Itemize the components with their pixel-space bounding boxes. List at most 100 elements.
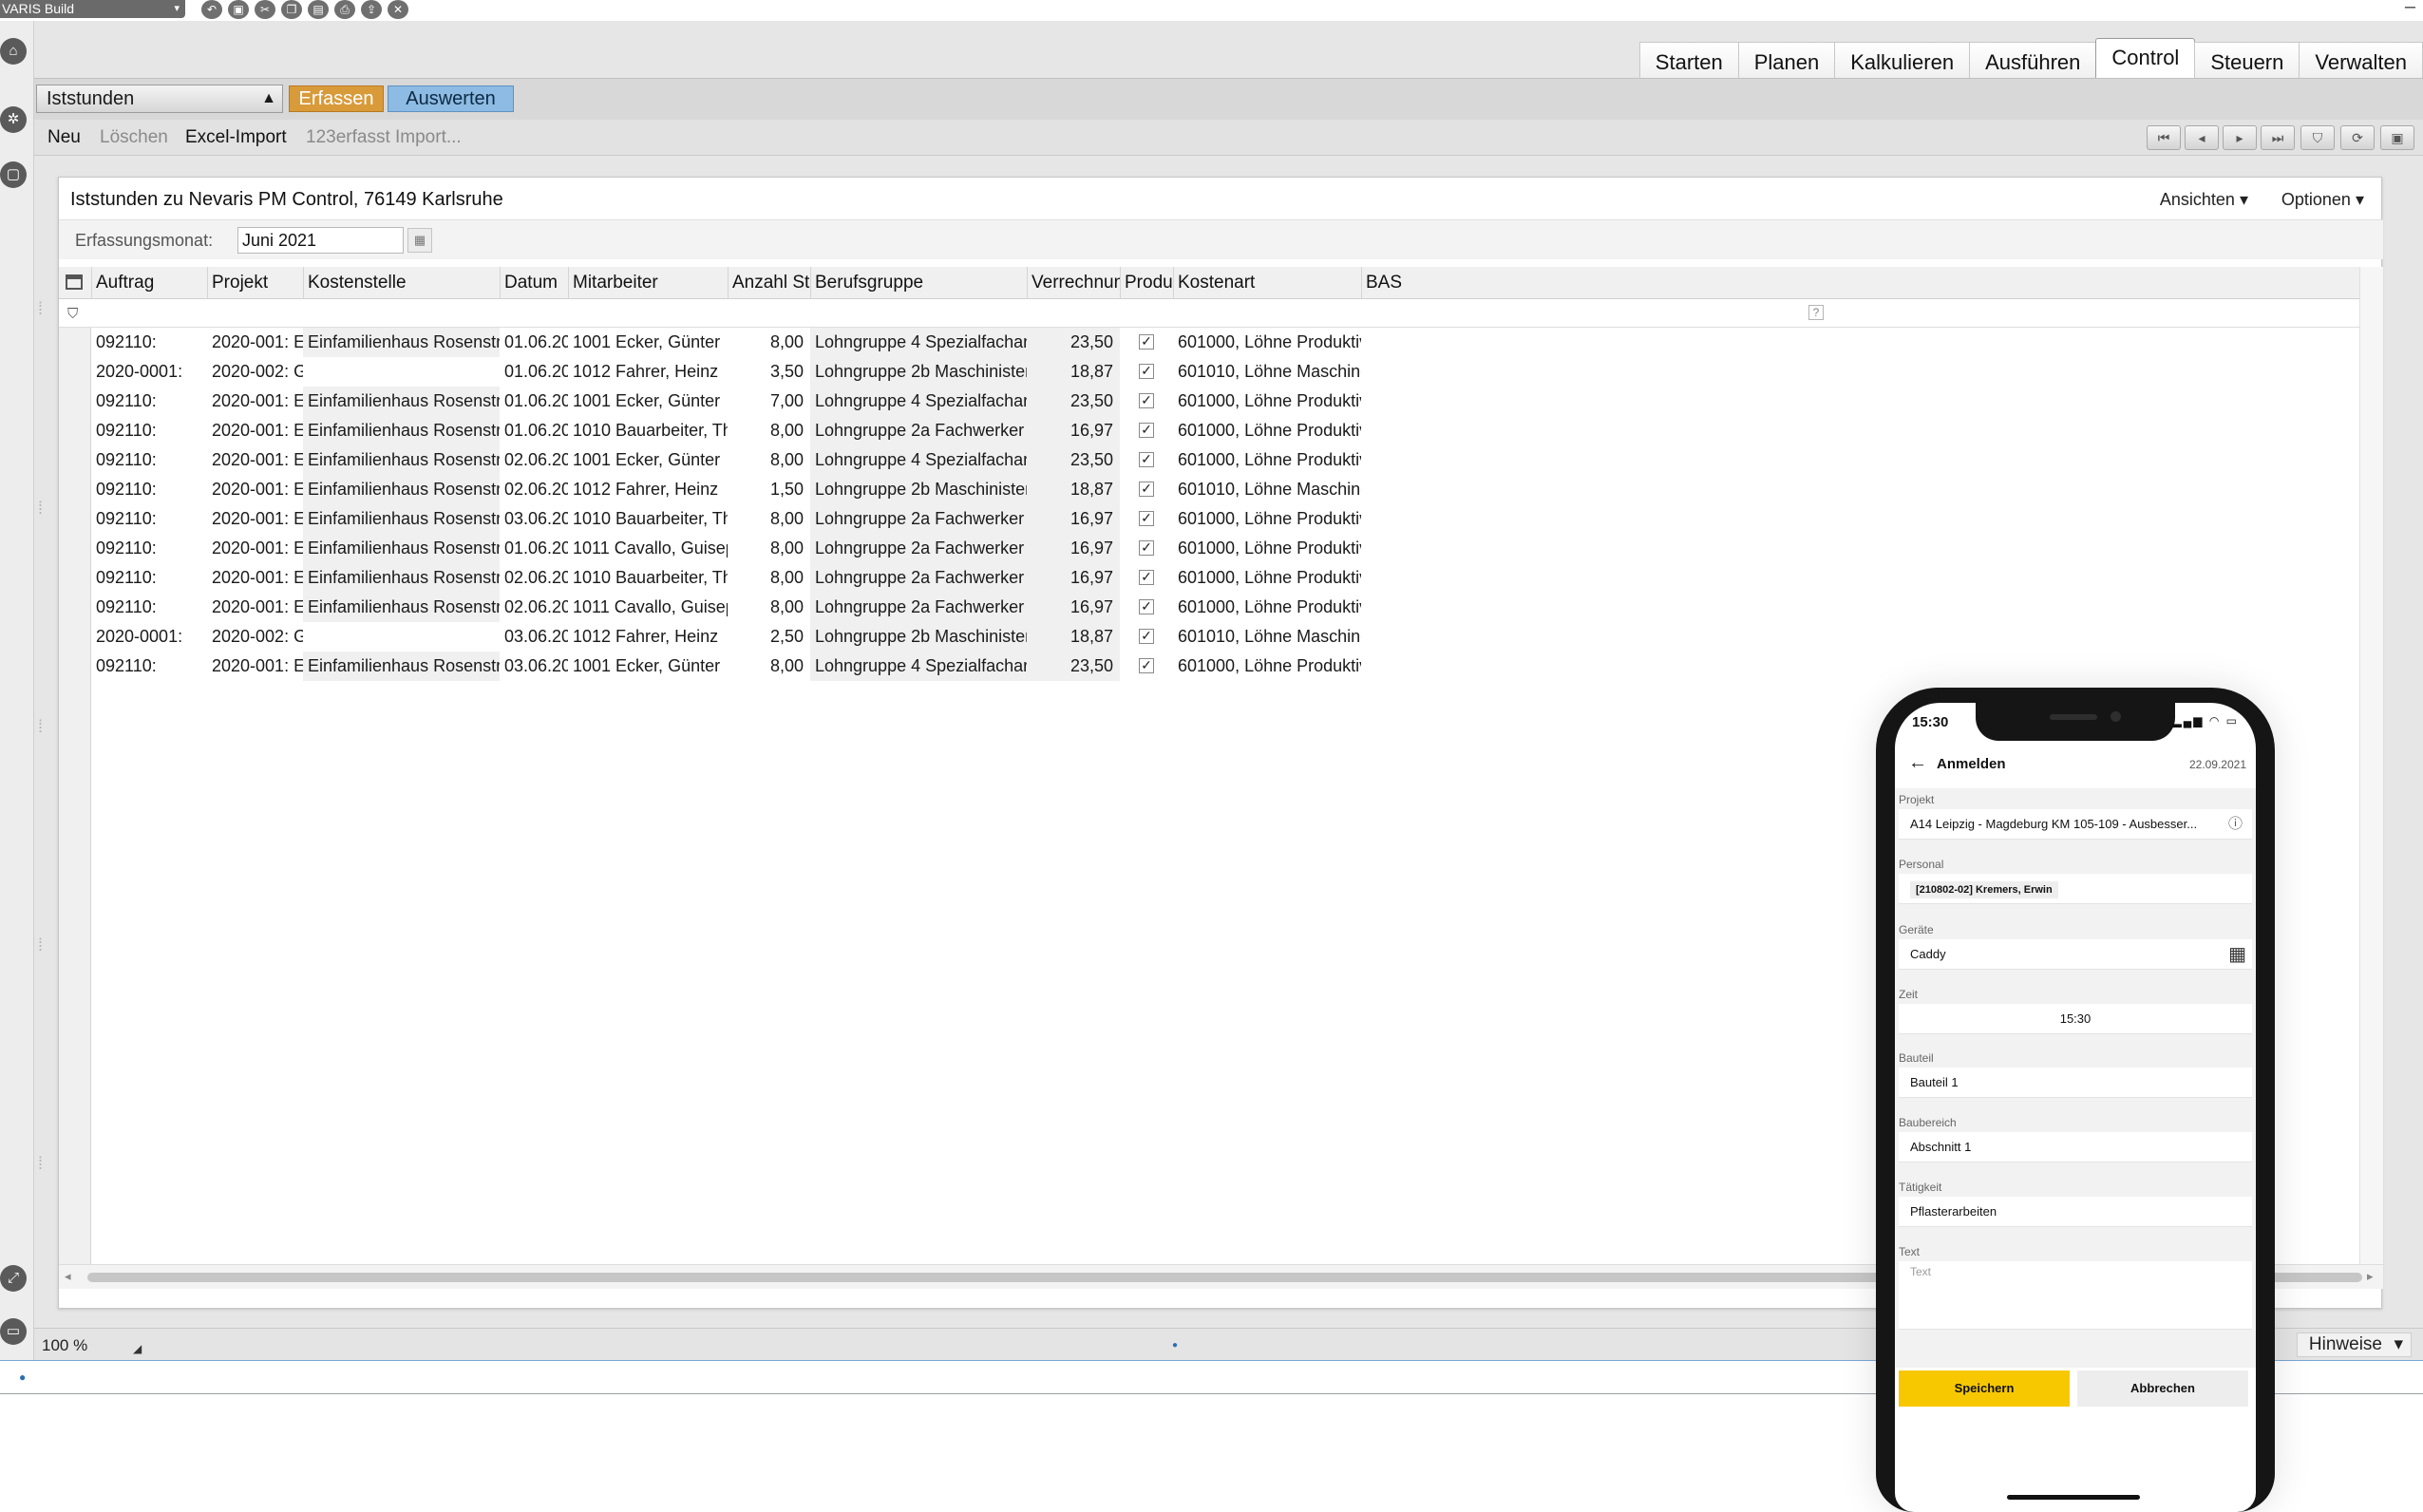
cell-kostenart[interactable]: 601000, Löhne Produktiv — [1173, 504, 1361, 534]
splitter-handle[interactable]: ⁞ — [38, 300, 51, 332]
speichern-button[interactable]: Speichern — [1899, 1370, 2070, 1407]
cell-projekt[interactable]: 2020-001: EFH R... — [207, 504, 303, 534]
tab-verwalten[interactable]: Verwalten — [2299, 42, 2423, 78]
produktiv-checkbox[interactable]: ✓ — [1139, 482, 1154, 497]
cell-datum[interactable]: 02.06.2021 — [500, 445, 568, 475]
cell-projekt[interactable]: 2020-002: GU Pr... — [207, 357, 303, 387]
cell-produktiv[interactable]: ✓ — [1120, 504, 1173, 534]
cell-kostenstelle[interactable] — [303, 622, 500, 652]
cell-kostenart[interactable]: 601000, Löhne Produktiv — [1173, 593, 1361, 622]
column-header-verrechnungssatz[interactable]: Verrechnungssatz — [1027, 267, 1120, 299]
column-header-mitarbeiter[interactable]: Mitarbeiter — [568, 267, 728, 299]
cell-mitarbeiter[interactable]: 1001 Ecker, Günter — [568, 652, 728, 681]
cell-bas[interactable] — [1361, 475, 1551, 504]
cell-bas[interactable] — [1361, 593, 1551, 622]
info-icon[interactable]: ● — [19, 1370, 26, 1384]
cell-verrechnungssatz[interactable]: 16,97 — [1027, 504, 1120, 534]
column-header-auftrag[interactable]: Auftrag — [91, 267, 207, 299]
table-row[interactable]: 2020-0001:2020-002: GU Pr... 01.06.202110… — [59, 357, 2359, 387]
splitter-handle[interactable]: ⁞ — [38, 718, 51, 750]
cell-datum[interactable]: 03.06.2021 — [500, 504, 568, 534]
module-select[interactable]: Iststunden ▲ — [36, 85, 283, 113]
cut-icon[interactable]: ✂ — [255, 0, 275, 19]
tab-kalkulieren[interactable]: Kalkulieren — [1834, 42, 1971, 78]
table-row[interactable]: 092110:2020-001: EFH R...Einfamilienhaus… — [59, 504, 2359, 534]
cell-kostenstelle[interactable]: Einfamilienhaus Rosenstrasse — [303, 504, 500, 534]
cell-mitarbeiter[interactable]: 1011 Cavallo, Guiseppe — [568, 534, 728, 563]
cell-projekt[interactable]: 2020-001: EFH R... — [207, 534, 303, 563]
cell-berufsgruppe[interactable]: Lohngruppe 2a Fachwerker — [810, 593, 1027, 622]
cell-berufsgruppe[interactable]: Lohngruppe 2a Fachwerker — [810, 563, 1027, 593]
new-button[interactable]: Neu — [47, 127, 81, 148]
panel-toggle-icon[interactable]: ▣ — [2380, 125, 2414, 150]
cell-berufsgruppe[interactable]: Lohngruppe 4 Spezialfacharbeiter/Bauma..… — [810, 445, 1027, 475]
column-header-bas[interactable]: BAS — [1361, 267, 2359, 299]
info-circle-icon[interactable]: ⓘ — [2228, 809, 2243, 839]
zoom-level[interactable]: 100 % — [42, 1336, 87, 1355]
home-icon[interactable]: ⌂ — [0, 38, 27, 65]
cell-anzahl-stunden[interactable]: 8,00 — [728, 534, 810, 563]
cell-mitarbeiter[interactable]: 1001 Ecker, Günter — [568, 445, 728, 475]
cell-mitarbeiter[interactable]: 1010 Bauarbeiter, Thomas — [568, 416, 728, 445]
splitter-handle[interactable]: ⁞ — [38, 936, 51, 969]
cell-kostenart[interactable]: 601000, Löhne Produktiv — [1173, 416, 1361, 445]
auswerten-button[interactable]: Auswerten — [388, 85, 514, 112]
cell-auftrag[interactable]: 092110: — [91, 416, 207, 445]
cell-datum[interactable]: 01.06.2021 — [500, 416, 568, 445]
cell-kostenart[interactable]: 601000, Löhne Produktiv — [1173, 563, 1361, 593]
cell-mitarbeiter[interactable]: 1012 Fahrer, Heinz — [568, 357, 728, 387]
close-document-icon[interactable]: ✕ — [388, 0, 408, 19]
cell-produktiv[interactable]: ✓ — [1120, 416, 1173, 445]
cell-verrechnungssatz[interactable]: 18,87 — [1027, 622, 1120, 652]
cell-berufsgruppe[interactable]: Lohngruppe 4 Spezialfacharbeiter/Bauma..… — [810, 387, 1027, 416]
cell-datum[interactable]: 03.06.2021 — [500, 652, 568, 681]
delete-button[interactable]: Löschen — [100, 127, 168, 148]
cell-auftrag[interactable]: 092110: — [91, 534, 207, 563]
options-menu[interactable]: Optionen ▾ — [2281, 190, 2364, 210]
month-input[interactable]: Juni 2021 — [237, 227, 404, 254]
cell-produktiv[interactable]: ✓ — [1120, 563, 1173, 593]
cell-bas[interactable] — [1361, 622, 1551, 652]
table-row[interactable]: 092110:2020-001: EFH R...Einfamilienhaus… — [59, 416, 2359, 445]
cell-kostenstelle[interactable]: Einfamilienhaus Rosenstrasse — [303, 563, 500, 593]
baubereich-field[interactable]: Abschnitt 1 — [1899, 1132, 2252, 1162]
produktiv-checkbox[interactable]: ✓ — [1139, 570, 1154, 585]
cell-auftrag[interactable]: 092110: — [91, 563, 207, 593]
cell-projekt[interactable]: 2020-001: EFH R... — [207, 387, 303, 416]
table-row[interactable]: 092110:2020-001: EFH R...Einfamilienhaus… — [59, 652, 2359, 681]
column-header-kostenart[interactable]: Kostenart — [1173, 267, 1361, 299]
cell-datum[interactable]: 01.06.2021 — [500, 534, 568, 563]
cell-kostenart[interactable]: 601000, Löhne Produktiv — [1173, 387, 1361, 416]
cell-auftrag[interactable]: 092110: — [91, 504, 207, 534]
cell-produktiv[interactable]: ✓ — [1120, 593, 1173, 622]
cell-auftrag[interactable]: 092110: — [91, 445, 207, 475]
column-header-projekt[interactable]: Projekt — [207, 267, 303, 299]
cell-kostenstelle[interactable]: Einfamilienhaus Rosenstrasse — [303, 534, 500, 563]
cell-mitarbeiter[interactable]: 1001 Ecker, Günter — [568, 387, 728, 416]
table-row[interactable]: 092110:2020-001: EFH R...Einfamilienhaus… — [59, 534, 2359, 563]
cell-datum[interactable]: 03.06.2021 — [500, 622, 568, 652]
cell-kostenart[interactable]: 601010, Löhne Maschinenführer — [1173, 475, 1361, 504]
cell-kostenstelle[interactable]: Einfamilienhaus Rosenstrasse — [303, 475, 500, 504]
cell-datum[interactable]: 02.06.2021 — [500, 563, 568, 593]
cell-verrechnungssatz[interactable]: 18,87 — [1027, 357, 1120, 387]
cell-anzahl-stunden[interactable]: 8,00 — [728, 563, 810, 593]
cell-anzahl-stunden[interactable]: 8,00 — [728, 328, 810, 357]
cell-mitarbeiter[interactable]: 1012 Fahrer, Heinz — [568, 622, 728, 652]
cell-datum[interactable]: 02.06.2021 — [500, 593, 568, 622]
table-row[interactable]: 092110:2020-001: EFH R...Einfamilienhaus… — [59, 475, 2359, 504]
cell-mitarbeiter[interactable]: 1011 Cavallo, Guiseppe — [568, 593, 728, 622]
cell-auftrag[interactable]: 092110: — [91, 652, 207, 681]
window-icon[interactable]: ▢ — [0, 161, 27, 188]
cell-kostenstelle[interactable]: Einfamilienhaus Rosenstrasse — [303, 328, 500, 357]
column-chooser-icon[interactable] — [59, 267, 91, 299]
cell-verrechnungssatz[interactable]: 23,50 — [1027, 652, 1120, 681]
produktiv-checkbox[interactable]: ✓ — [1139, 452, 1154, 467]
cell-verrechnungssatz[interactable]: 23,50 — [1027, 328, 1120, 357]
cell-anzahl-stunden[interactable]: 3,50 — [728, 357, 810, 387]
cell-projekt[interactable]: 2020-001: EFH R... — [207, 563, 303, 593]
first-record-icon[interactable]: ⏮ — [2147, 125, 2181, 150]
column-header-berufsgruppe[interactable]: Berufsgruppe — [810, 267, 1027, 299]
geraete-field[interactable]: Caddy ▦ — [1899, 939, 2252, 970]
cell-anzahl-stunden[interactable]: 8,00 — [728, 445, 810, 475]
